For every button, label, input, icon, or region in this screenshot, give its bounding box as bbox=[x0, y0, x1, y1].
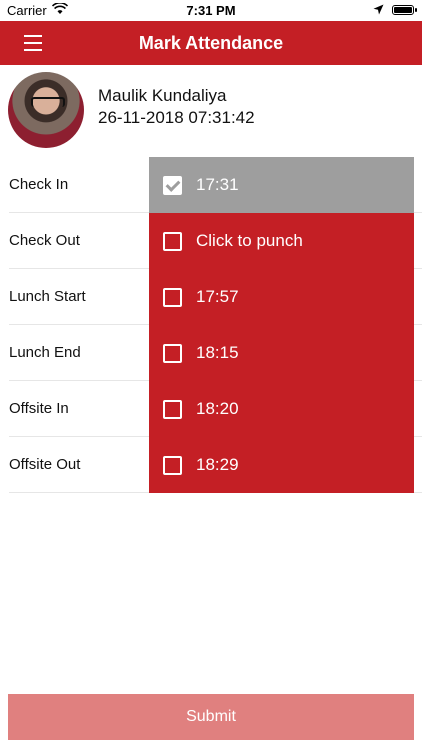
lunch-end-punch-button[interactable]: 18:15 bbox=[149, 325, 414, 381]
page-title: Mark Attendance bbox=[138, 33, 284, 53]
lunch-start-punch-button[interactable]: 17:57 bbox=[149, 269, 414, 325]
current-datetime: 26-11-2018 07:31:42 bbox=[98, 108, 255, 127]
checkbox-icon[interactable] bbox=[163, 343, 182, 363]
punch-value: 18:20 bbox=[196, 399, 239, 418]
checkbox-icon[interactable] bbox=[163, 231, 182, 251]
check-out-punch-button[interactable]: Click to punch bbox=[149, 213, 414, 269]
punch-label: Offsite Out bbox=[9, 456, 81, 473]
checkbox-icon[interactable] bbox=[163, 455, 182, 475]
status-bar: Carrier 7:31 PM bbox=[0, 0, 422, 21]
checkbox-icon[interactable] bbox=[163, 287, 182, 307]
navigation-bar: Mark Attendance bbox=[0, 21, 422, 65]
punch-row-offsite-out: Offsite Out 18:29 bbox=[0, 437, 422, 493]
offsite-out-punch-button[interactable]: 18:29 bbox=[149, 437, 414, 493]
battery-icon bbox=[392, 5, 417, 15]
punch-row-offsite-in: Offsite In 18:20 bbox=[0, 381, 422, 437]
check-in-punch-button[interactable]: 17:31 bbox=[149, 157, 414, 213]
punch-row-lunch-start: Lunch Start 17:57 bbox=[0, 269, 422, 325]
status-time: 7:31 PM bbox=[186, 3, 236, 18]
user-name: Maulik Kundaliya bbox=[98, 86, 227, 105]
submit-button[interactable]: Submit bbox=[8, 694, 414, 740]
punch-label: Lunch Start bbox=[9, 288, 86, 305]
punch-list: Check In 17:31 Check Out Click to punch … bbox=[0, 157, 422, 493]
location-arrow-icon bbox=[373, 3, 384, 18]
punch-value: 18:29 bbox=[196, 455, 239, 474]
punch-row-check-in: Check In 17:31 bbox=[0, 157, 422, 213]
punch-label: Check Out bbox=[9, 232, 80, 249]
user-profile: Maulik Kundaliya 26-11-2018 07:31:42 bbox=[8, 72, 418, 150]
offsite-in-punch-button[interactable]: 18:20 bbox=[149, 381, 414, 437]
punch-label: Lunch End bbox=[9, 344, 81, 361]
punch-value: 17:57 bbox=[196, 287, 239, 306]
punch-value: 18:15 bbox=[196, 343, 239, 362]
punch-label: Offsite In bbox=[9, 400, 69, 417]
avatar bbox=[8, 72, 84, 148]
punch-value: Click to punch bbox=[196, 231, 303, 250]
checkbox-checked-icon[interactable] bbox=[163, 175, 182, 195]
checkbox-icon[interactable] bbox=[163, 399, 182, 419]
punch-row-lunch-end: Lunch End 18:15 bbox=[0, 325, 422, 381]
punch-value: 17:31 bbox=[196, 175, 239, 194]
punch-row-check-out: Check Out Click to punch bbox=[0, 213, 422, 269]
punch-label: Check In bbox=[9, 176, 69, 193]
